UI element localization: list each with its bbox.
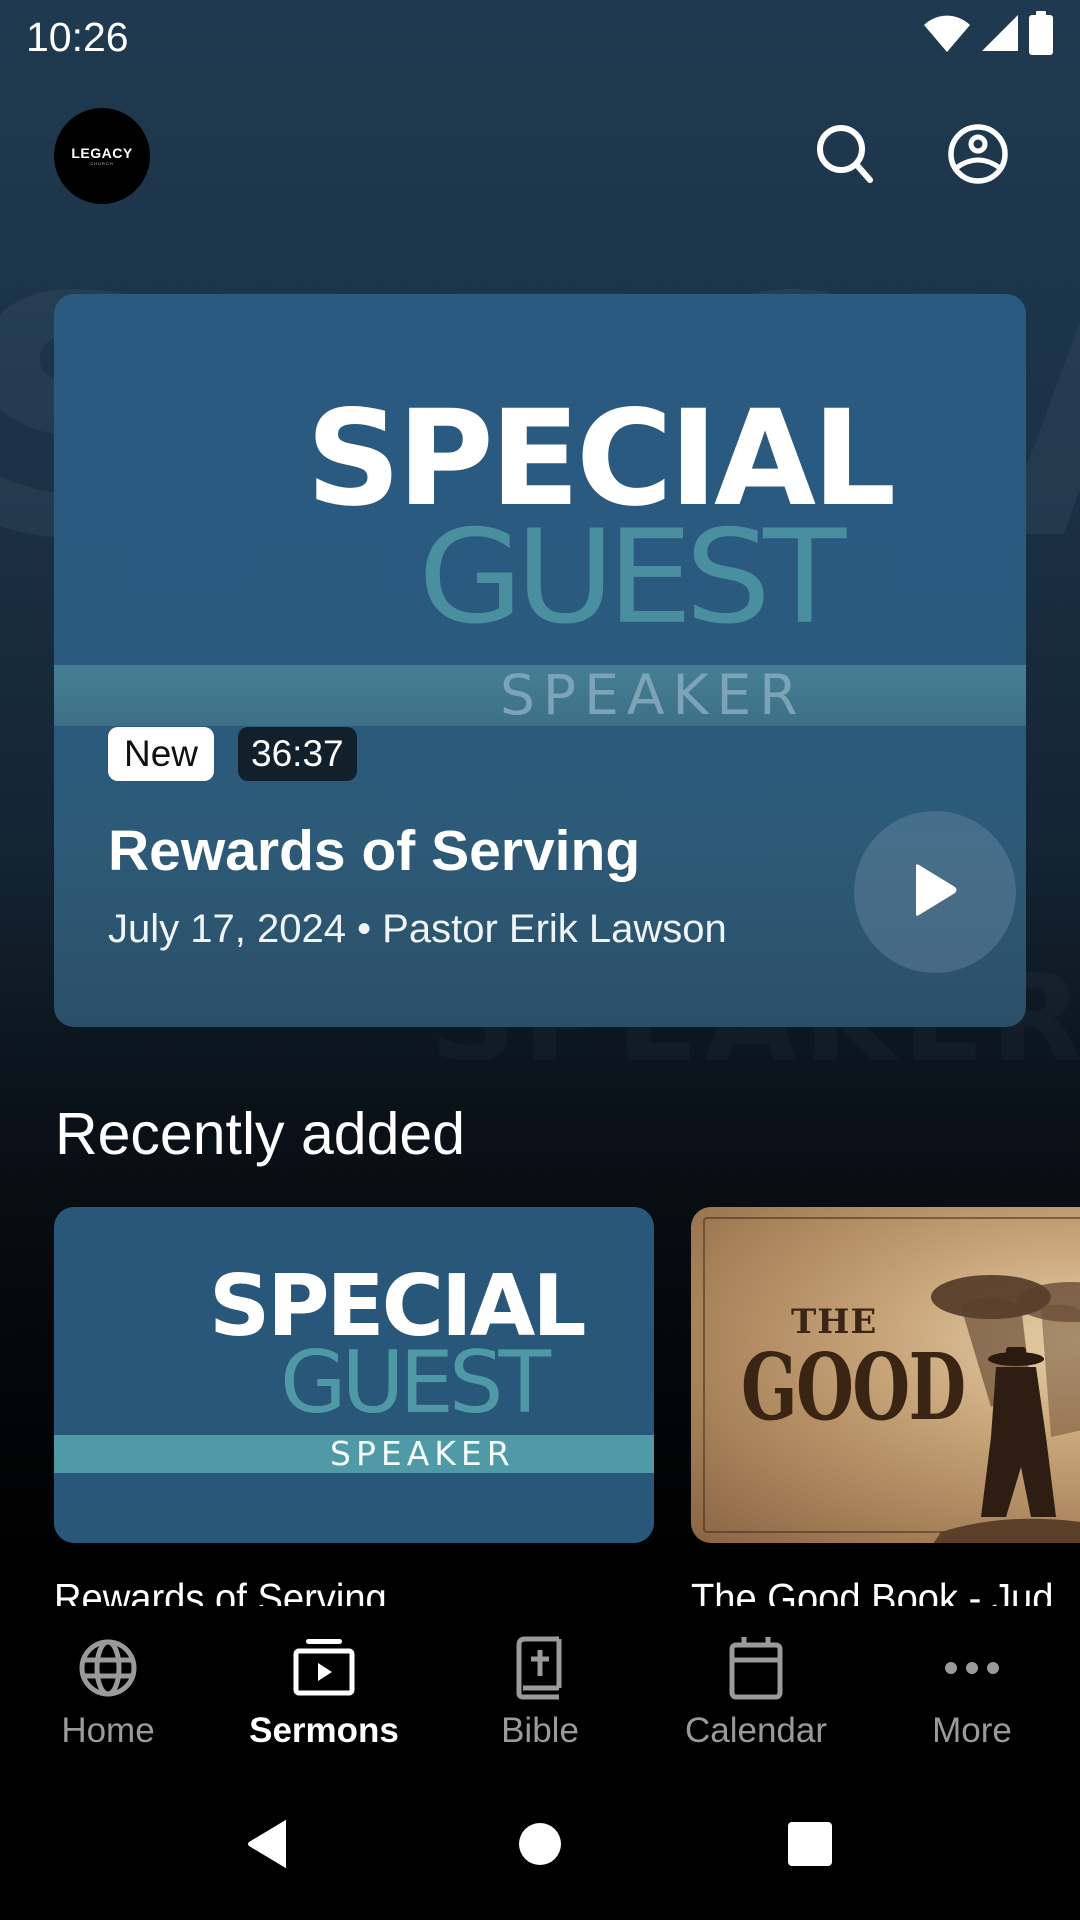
system-home-button[interactable] [490, 1806, 590, 1886]
cellular-signal-icon [981, 13, 1019, 58]
logo-subtext: CHURCH [90, 160, 114, 166]
nav-label: Calendar [684, 1711, 828, 1750]
nav-item-calendar[interactable]: Calendar [648, 1606, 864, 1756]
wifi-icon [923, 13, 971, 58]
nav-item-home[interactable]: Home [0, 1606, 216, 1756]
recently-added-carousel[interactable]: SPECIAL GUEST SPEAKER Rewards of Serving… [54, 1207, 1080, 1607]
duration-badge: 36:37 [238, 727, 357, 781]
nav-item-more[interactable]: More [864, 1606, 1080, 1756]
logo-text: LEGACY [71, 144, 133, 161]
thumbnail-title-line3: SPEAKER [330, 1434, 515, 1473]
artwork-title-line3: SPEAKER [500, 663, 806, 727]
play-button[interactable] [854, 811, 1016, 973]
sermon-card-title: Rewards of Serving [54, 1575, 387, 1607]
account-circle-icon [946, 122, 1010, 191]
nav-label: Sermons [249, 1711, 399, 1750]
nav-item-sermons[interactable]: Sermons [216, 1606, 432, 1756]
play-icon [912, 863, 958, 922]
bible-icon [508, 1636, 572, 1700]
back-icon [246, 1819, 290, 1874]
sermon-card[interactable]: THE GOOD The Good Book - Jud [691, 1207, 1080, 1607]
featured-title: Rewards of Serving [108, 819, 641, 883]
bottom-navigation: Home Sermons Bible Calendar More [0, 1606, 1080, 1756]
nav-label: More [932, 1711, 1012, 1750]
system-back-button[interactable] [218, 1806, 318, 1886]
status-icons [923, 10, 1053, 58]
artwork-title-line2: GUEST [418, 502, 846, 654]
nav-label: Bible [501, 1711, 579, 1750]
system-navigation-bar [0, 1756, 1080, 1920]
featured-badges: New 36:37 [108, 727, 357, 781]
video-library-icon [292, 1636, 356, 1700]
search-button[interactable] [806, 116, 886, 196]
home-icon [518, 1822, 562, 1871]
artwork-band: SPEAKER [54, 665, 1026, 726]
battery-icon [1029, 10, 1053, 60]
new-badge: New [108, 727, 215, 781]
cowboy-silhouette-icon [931, 1275, 1080, 1543]
globe-icon [76, 1636, 140, 1700]
more-horizontal-icon [940, 1636, 1004, 1700]
sermon-card-title: The Good Book - Jud [691, 1575, 1054, 1607]
sermon-thumbnail: THE GOOD [691, 1207, 1080, 1543]
featured-sermon-card[interactable]: SPECIAL GUEST SPEAKER New 36:37 Rewards … [54, 294, 1026, 1027]
section-heading-recently-added: Recently added [55, 1101, 466, 1167]
calendar-icon [724, 1636, 788, 1700]
recents-icon [787, 1821, 833, 1872]
system-recents-button[interactable] [760, 1806, 860, 1886]
nav-label: Home [61, 1711, 155, 1750]
sermon-card[interactable]: SPECIAL GUEST SPEAKER Rewards of Serving [54, 1207, 654, 1607]
church-logo[interactable]: LEGACY CHURCH [54, 108, 150, 204]
profile-button[interactable] [938, 116, 1018, 196]
thumbnail-title-line2: GUEST [279, 1333, 551, 1433]
nav-item-bible[interactable]: Bible [432, 1606, 648, 1756]
search-icon [814, 122, 878, 191]
thumbnail-band: SPEAKER [54, 1435, 654, 1473]
featured-meta: July 17, 2024 • Pastor Erik Lawson [108, 907, 727, 951]
sermon-thumbnail: SPECIAL GUEST SPEAKER [54, 1207, 654, 1543]
status-time: 10:26 [26, 14, 129, 60]
